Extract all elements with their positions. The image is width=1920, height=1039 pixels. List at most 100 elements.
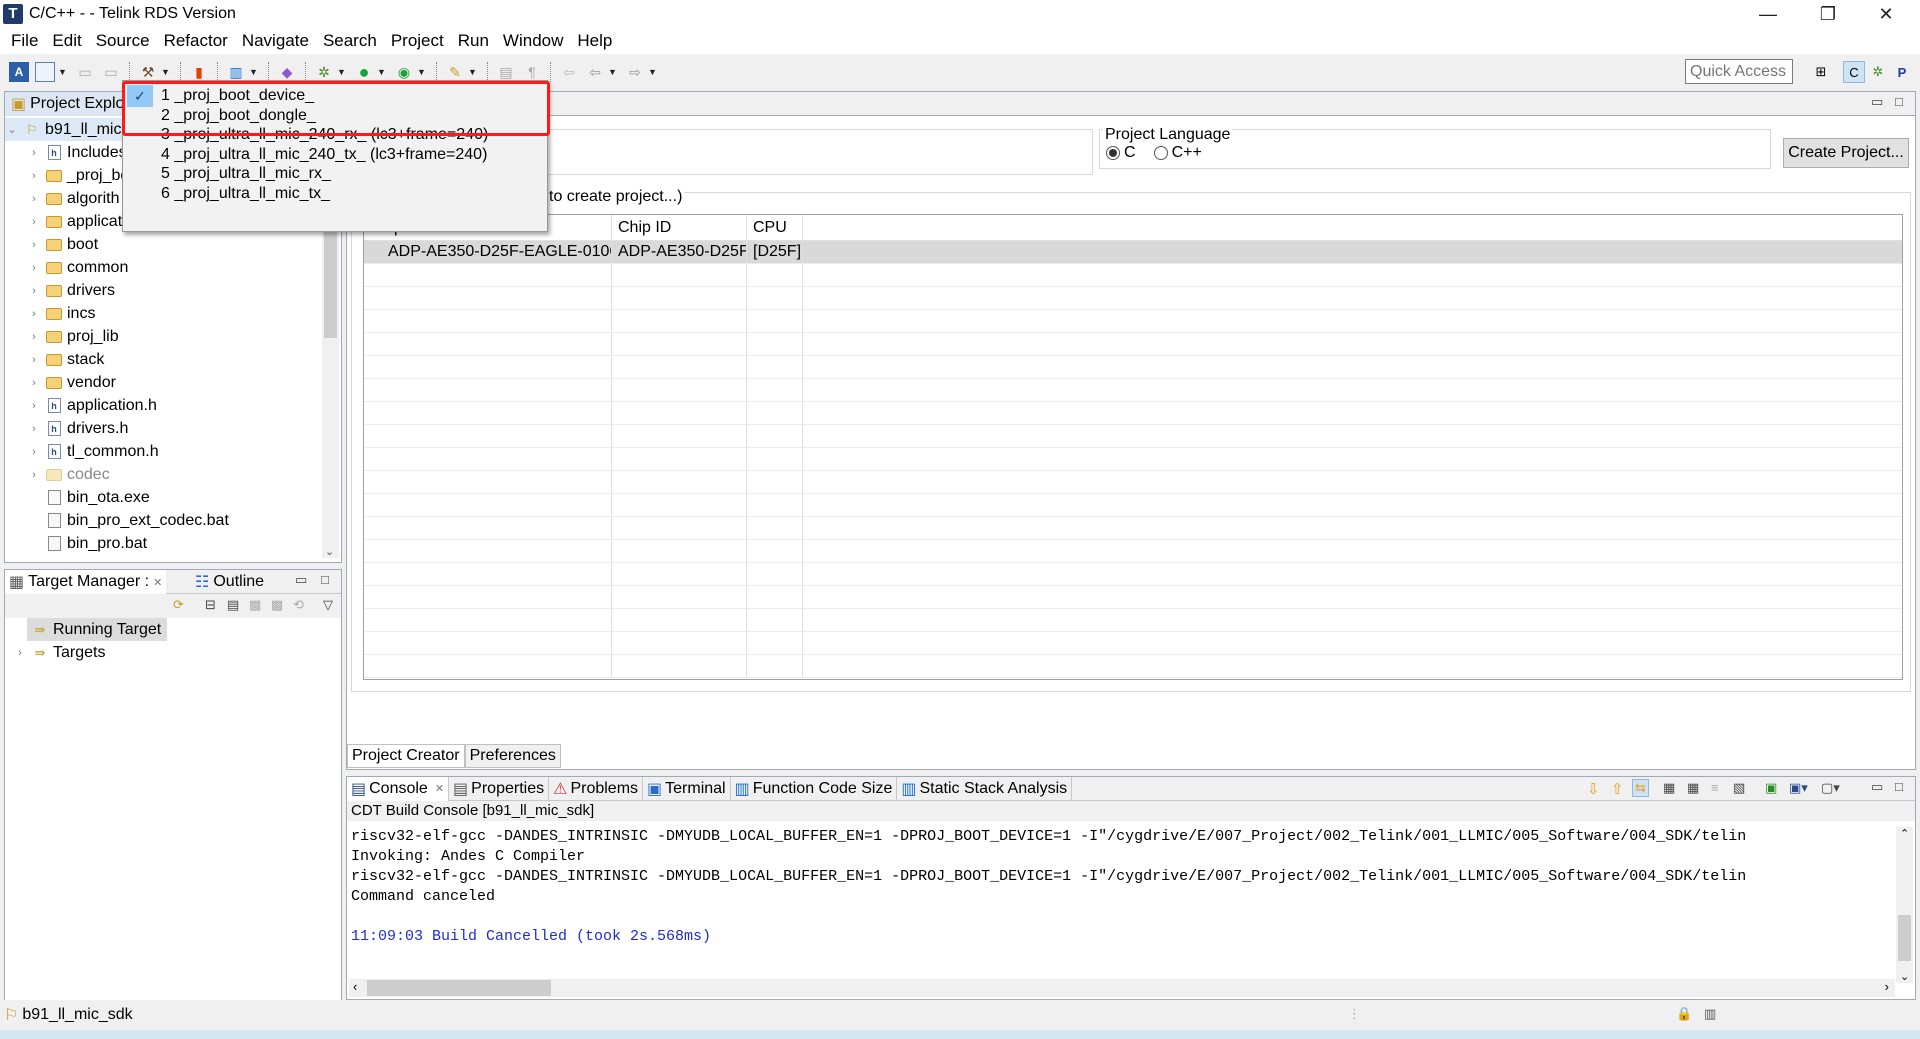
expand-icon[interactable]: ›: [27, 400, 41, 412]
quick-access-input[interactable]: [1685, 59, 1793, 84]
forward-dropdown-icon[interactable]: ▼: [648, 67, 658, 77]
tree-item-targets[interactable]: › ⇛ Targets: [13, 641, 341, 664]
tree-item[interactable]: › boot: [5, 233, 323, 256]
expand-icon[interactable]: ›: [27, 354, 41, 366]
tree-item[interactable]: › proj_lib: [5, 325, 323, 348]
run-icon[interactable]: ●: [354, 62, 374, 82]
menu-window[interactable]: Window: [496, 31, 570, 51]
close-tab-icon[interactable]: ✕: [435, 782, 444, 795]
lock-key-icon[interactable]: 🔒: [1676, 1006, 1692, 1022]
tree-item[interactable]: › codec: [5, 463, 323, 486]
block-select-icon[interactable]: ▤: [496, 62, 516, 82]
last-edit-icon[interactable]: ⇦: [559, 62, 579, 82]
expand-icon[interactable]: ›: [27, 239, 41, 251]
restore-button[interactable]: ❐: [1800, 0, 1856, 28]
view-menu-icon[interactable]: ▽: [323, 597, 333, 613]
maximize-icon[interactable]: □: [1895, 779, 1903, 794]
menu-project[interactable]: Project: [384, 31, 451, 51]
expand-icon[interactable]: ›: [27, 285, 41, 297]
menu-file[interactable]: File: [4, 31, 45, 51]
menu-run[interactable]: Run: [451, 31, 496, 51]
show-whitespace-icon[interactable]: ¶: [522, 62, 542, 82]
new-dropdown-icon[interactable]: ▼: [58, 67, 68, 77]
create-project-button[interactable]: Create Project...: [1783, 138, 1909, 168]
target-connect-icon[interactable]: ◆: [277, 62, 297, 82]
tab-static-stack-analysis[interactable]: ▥ Static Stack Analysis: [897, 776, 1073, 801]
menu-navigate[interactable]: Navigate: [235, 31, 316, 51]
debug-bug-icon[interactable]: ✲: [314, 62, 334, 82]
prev-error-icon[interactable]: ⇧: [1611, 780, 1624, 798]
radio-cpp[interactable]: [1153, 146, 1168, 160]
connect-icon[interactable]: ▩: [249, 597, 261, 613]
tab-function-code-size[interactable]: ▥ Function Code Size: [731, 776, 898, 801]
scroll-lock-icon[interactable]: ▦: [1663, 780, 1675, 796]
expand-icon[interactable]: ›: [13, 647, 27, 659]
expand-icon[interactable]: ›: [27, 423, 41, 435]
tree-item[interactable]: › h drivers.h: [5, 417, 323, 440]
external-tools-icon[interactable]: ✎: [445, 62, 465, 82]
minimize-icon[interactable]: ▭: [1871, 94, 1883, 110]
server-icon[interactable]: ▥: [1704, 1006, 1716, 1022]
tree-item[interactable]: › vendor: [5, 371, 323, 394]
back-icon[interactable]: ⇦: [585, 62, 605, 82]
build-hammer-icon[interactable]: ⚒: [138, 62, 158, 82]
chart-icon[interactable]: ▥: [226, 62, 246, 82]
scroll-up-icon[interactable]: ⌃: [1900, 827, 1909, 840]
expand-icon[interactable]: ›: [27, 446, 41, 458]
maximize-icon[interactable]: □: [321, 572, 329, 587]
c-perspective-icon[interactable]: C: [1843, 61, 1865, 83]
tab-target-manager[interactable]: ▦ Target Manager : ✕: [5, 570, 167, 594]
close-button[interactable]: ✕: [1858, 0, 1914, 28]
scroll-down-icon[interactable]: ⌄: [1900, 970, 1909, 983]
tab-problems[interactable]: ⚠ Problems: [549, 776, 644, 801]
run-config-dropdown-icon[interactable]: ▼: [417, 67, 427, 77]
open-perspective-icon[interactable]: ⊞: [1810, 61, 1832, 83]
console-horizontal-scrollbar[interactable]: ‹ ›: [349, 979, 1895, 997]
expand-icon[interactable]: ›: [27, 262, 41, 274]
scroll-thumb[interactable]: [1898, 915, 1911, 961]
back-dropdown-icon[interactable]: ▼: [608, 67, 618, 77]
expand-icon[interactable]: ›: [27, 377, 41, 389]
scroll-right-icon[interactable]: ›: [1885, 979, 1889, 994]
chart-dropdown-icon[interactable]: ▼: [249, 67, 259, 77]
run-config-icon[interactable]: ◉: [394, 62, 414, 82]
menu-item-build-config[interactable]: 6 _proj_ultra_ll_mic_tx_: [123, 182, 547, 206]
open-console-icon[interactable]: ▢▾: [1821, 780, 1840, 796]
tab-console[interactable]: ▤ Console ✕: [347, 776, 450, 801]
sync-icon[interactable]: ⟲: [293, 597, 304, 613]
expand-icon[interactable]: ›: [27, 331, 41, 343]
burn-icon[interactable]: ▮: [189, 62, 209, 82]
expand-icon[interactable]: ›: [27, 469, 41, 481]
tree-item[interactable]: › incs: [5, 302, 323, 325]
maximize-icon[interactable]: □: [1895, 94, 1903, 109]
new-c-file-icon[interactable]: A: [9, 62, 29, 82]
table-row[interactable]: ADP-AE350-D25F-EAGLE-0106 ADP-AE350-D25F…: [364, 241, 1902, 264]
tree-item[interactable]: bin_pro.bat: [5, 532, 323, 555]
column-header-cpu[interactable]: CPU: [747, 215, 803, 240]
tree-item[interactable]: › stack: [5, 348, 323, 371]
word-wrap-icon[interactable]: ≡: [1711, 780, 1719, 795]
tree-root[interactable]: ⌄ ⚐ b91_ll_mic: [5, 118, 125, 141]
menu-refactor[interactable]: Refactor: [157, 31, 235, 51]
refresh-icon[interactable]: ⟳: [173, 597, 184, 613]
minimize-button[interactable]: —: [1740, 0, 1796, 28]
tab-terminal[interactable]: ▣ Terminal: [643, 776, 731, 801]
tree-item[interactable]: › drivers: [5, 279, 323, 302]
save-all-icon[interactable]: ▭: [101, 62, 121, 82]
tab-properties[interactable]: ▤ Properties: [449, 776, 550, 801]
menu-search[interactable]: Search: [316, 31, 384, 51]
save-icon[interactable]: ▭: [75, 62, 95, 82]
debug-perspective-icon[interactable]: ✲: [1867, 61, 1889, 83]
expand-icon[interactable]: ›: [27, 170, 41, 182]
expand-icon[interactable]: ›: [27, 308, 41, 320]
console-vertical-scrollbar[interactable]: ⌃ ⌄: [1896, 827, 1913, 983]
tree-item[interactable]: bin_ota.exe: [5, 486, 323, 509]
tree-item-running-target[interactable]: ⇛ Running Target: [27, 618, 167, 641]
clear-console-icon[interactable]: ▧: [1733, 780, 1745, 796]
run-dropdown-icon[interactable]: ▼: [377, 67, 387, 77]
expand-icon[interactable]: ›: [27, 193, 41, 205]
minimize-icon[interactable]: ▭: [1871, 779, 1883, 795]
collapse-icon[interactable]: ⌄: [5, 123, 19, 136]
menu-source[interactable]: Source: [89, 31, 157, 51]
p-perspective-icon[interactable]: P: [1891, 61, 1913, 83]
